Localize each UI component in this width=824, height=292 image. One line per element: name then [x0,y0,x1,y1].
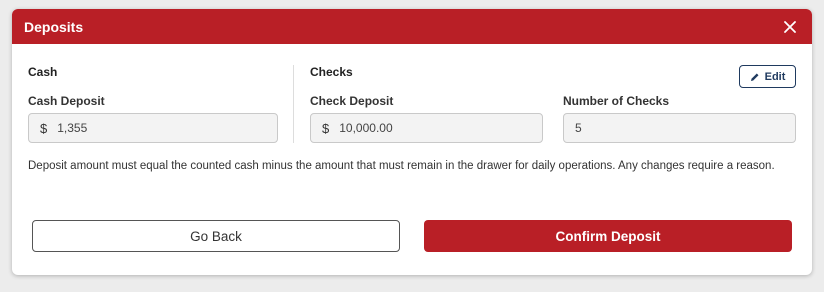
section-divider [293,65,294,143]
dialog-titlebar: Deposits [12,9,812,44]
cash-deposit-label: Cash Deposit [28,94,105,108]
cash-section-label: Cash [28,65,58,79]
close-button[interactable] [780,17,800,37]
pencil-icon [750,73,759,81]
check-deposit-input[interactable]: $ 10,000.00 [310,113,543,143]
check-deposit-value: 10,000.00 [339,121,393,135]
deposit-note: Deposit amount must equal the counted ca… [28,160,775,172]
check-deposit-label: Check Deposit [310,94,394,108]
close-icon [784,20,796,33]
go-back-button[interactable]: Go Back [32,220,400,252]
dialog-title: Deposits [24,18,84,35]
confirm-deposit-button[interactable]: Confirm Deposit [424,220,792,252]
deposits-dialog: Deposits Cash Cash Deposit $ 1,355 Check… [12,9,812,275]
cash-deposit-value: 1,355 [57,121,88,135]
cash-deposit-input[interactable]: $ 1,355 [28,113,278,143]
checks-section-label: Checks [310,65,353,79]
number-of-checks-input[interactable]: 5 [563,113,796,143]
edit-button[interactable]: Edit [739,65,796,88]
number-of-checks-value: 5 [575,121,582,135]
currency-symbol: $ [322,120,330,136]
edit-button-label: Edit [764,70,786,83]
number-of-checks-label: Number of Checks [563,94,670,108]
currency-symbol: $ [40,120,48,136]
